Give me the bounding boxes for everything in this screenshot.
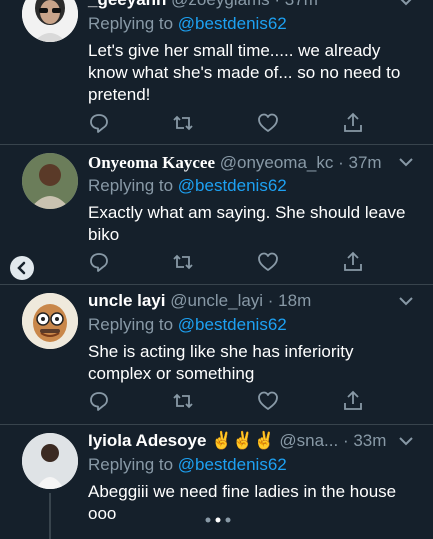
chevron-down-icon[interactable] [399,296,413,306]
display-name[interactable]: Iyiola Adesoye ✌️✌️✌️ [88,431,275,450]
chevron-down-icon[interactable] [399,157,413,167]
replying-to: Replying to @bestdenis62 [88,315,287,334]
tweet-actions [88,251,378,273]
reply-icon[interactable] [88,390,110,412]
mention-link[interactable]: @bestdenis62 [178,14,287,33]
replying-to: Replying to @bestdenis62 [88,176,287,195]
like-icon[interactable] [257,251,279,273]
reply-icon[interactable] [88,251,110,273]
share-icon[interactable] [342,390,364,412]
display-name[interactable]: Onyeoma Kaycee [88,153,215,172]
avatar[interactable] [22,293,78,349]
handle-time[interactable]: @sna... · 33m [279,431,386,450]
replying-to: Replying to @bestdenis62 [88,455,287,474]
tweet-header: Onyeoma Kaycee @onyeoma_kc · 37m [88,153,382,173]
retweet-icon[interactable] [172,251,194,273]
avatar[interactable] [22,0,78,42]
tweet-3[interactable]: uncle layi @uncle_layi · 18m Replying to… [0,285,433,425]
chevron-down-icon[interactable] [399,0,413,6]
thread-line [49,493,51,539]
back-button[interactable] [10,256,34,280]
retweet-icon[interactable] [172,390,194,412]
tweet-text: Exactly what am saying. She should leave… [88,203,406,244]
avatar[interactable] [22,153,78,209]
tweet-1[interactable]: _geeyahh @zoeyglams · 37m Replying to @b… [0,0,433,144]
mention-link[interactable]: @bestdenis62 [178,455,287,474]
share-icon[interactable] [342,112,364,134]
tweet-actions [88,112,378,134]
tweet-2[interactable]: Onyeoma Kaycee @onyeoma_kc · 37m Replyin… [0,145,433,285]
chevron-down-icon[interactable] [399,436,413,446]
reply-icon[interactable] [88,112,110,134]
tweet-header: _geeyahh @zoeyglams · 37m [88,0,318,10]
avatar[interactable] [22,433,78,489]
tweet-actions [88,390,378,412]
replying-to: Replying to @bestdenis62 [88,14,287,33]
back-arrow-icon [17,261,26,275]
display-name[interactable]: uncle layi [88,291,165,310]
tweet-header: uncle layi @uncle_layi · 18m [88,291,311,311]
like-icon[interactable] [257,112,279,134]
tweet-header: Iyiola Adesoye ✌️✌️✌️ @sna... · 33m [88,431,386,451]
page-indicator [205,517,231,523]
handle-time[interactable]: @zoeyglams · 37m [171,0,318,9]
tweet-text: She is acting like she has inferiority c… [88,342,354,383]
display-name[interactable]: _geeyahh [88,0,166,9]
share-icon[interactable] [342,251,364,273]
retweet-icon[interactable] [172,112,194,134]
handle-time[interactable]: @onyeoma_kc · 37m [220,153,382,172]
mention-link[interactable]: @bestdenis62 [178,176,287,195]
handle-time[interactable]: @uncle_layi · 18m [170,291,311,310]
tweet-text: Abeggiii we need fine ladies in the hous… [88,482,397,523]
mention-link[interactable]: @bestdenis62 [178,315,287,334]
like-icon[interactable] [257,390,279,412]
tweet-text: Let's give her small time..... we alread… [88,41,401,104]
